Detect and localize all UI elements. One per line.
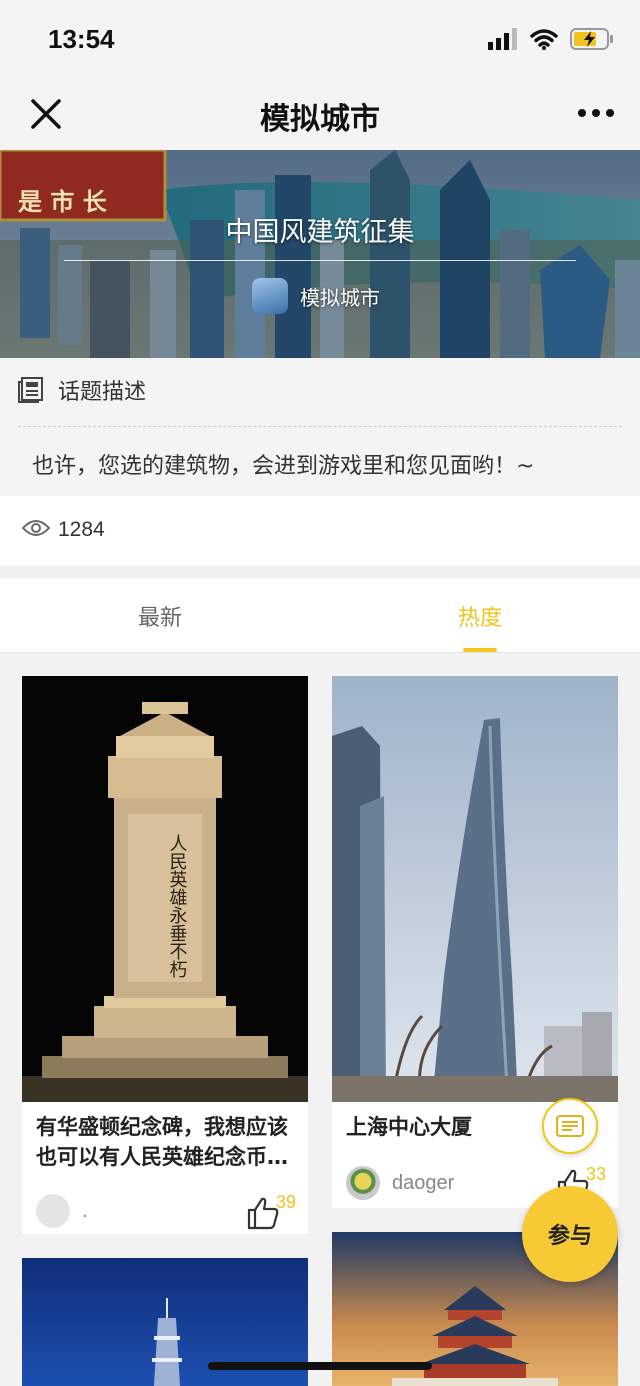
- list-icon: [556, 1115, 584, 1137]
- active-tab-indicator: [463, 648, 497, 652]
- wifi-icon: [530, 29, 558, 50]
- topic-header: 话题描述: [58, 380, 147, 405]
- tab-popular[interactable]: 热度: [320, 600, 640, 632]
- tab-latest[interactable]: 最新: [0, 600, 320, 632]
- like-count: 33: [586, 1164, 607, 1184]
- battery-charging-icon: [570, 28, 613, 50]
- cellular-signal-icon: [488, 28, 517, 50]
- status-time: 13:54: [48, 24, 115, 54]
- banner-game-name: 模拟城市: [300, 285, 380, 310]
- avatar[interactable]: [36, 1194, 70, 1228]
- monument-photo: 人民英雄永垂不朽: [22, 676, 308, 1102]
- topic-description: 也许，您选的建筑物，会进到游戏里和您见面哟！~: [32, 454, 535, 479]
- post-card[interactable]: 人民英雄永垂不朽 有华盛顿纪念碑，我想应该也可以有人民英雄纪念币… . 39: [22, 676, 308, 1234]
- divider: [18, 426, 622, 427]
- banner-title: 中国风建筑征集: [225, 217, 415, 248]
- banner-city-image: 是 市 长: [0, 150, 640, 358]
- join-label: 参与: [547, 1224, 592, 1249]
- status-bar: 13:54: [0, 0, 640, 78]
- author-name[interactable]: .: [82, 1200, 88, 1223]
- like-count: 39: [276, 1192, 297, 1212]
- banner-divider: [64, 260, 576, 261]
- more-options-icon[interactable]: [576, 98, 616, 128]
- sort-tabs: 最新 热度: [0, 578, 640, 653]
- nav-bar: 模拟城市: [0, 78, 640, 150]
- join-button[interactable]: 参与: [522, 1186, 618, 1282]
- tower-photo: [332, 676, 618, 1102]
- post-title: 有华盛顿纪念碑，我想应该也可以有人民英雄纪念币…: [36, 1115, 288, 1169]
- eye-icon: [22, 520, 50, 536]
- thumbs-up-icon: [247, 1197, 279, 1230]
- view-count-bar: 1284: [0, 496, 640, 566]
- document-icon: [18, 377, 43, 403]
- page-title: 模拟城市: [260, 102, 380, 137]
- banner-game-link[interactable]: 模拟城市: [252, 278, 380, 314]
- author-name[interactable]: daoger: [392, 1172, 454, 1195]
- like-button[interactable]: 39: [246, 1192, 296, 1230]
- topic-description-section: 话题描述 也许，您选的建筑物，会进到游戏里和您见面哟！~: [0, 358, 640, 496]
- list-view-button[interactable]: [542, 1098, 598, 1154]
- topic-banner: 是 市 长 中国风建筑征集 模拟城市: [0, 150, 640, 358]
- home-indicator: [208, 1362, 432, 1370]
- view-count: 1284: [58, 518, 105, 541]
- game-app-icon: [252, 278, 288, 314]
- avatar[interactable]: [346, 1166, 380, 1200]
- monument-inscription: 人民英雄永垂不朽: [167, 834, 188, 978]
